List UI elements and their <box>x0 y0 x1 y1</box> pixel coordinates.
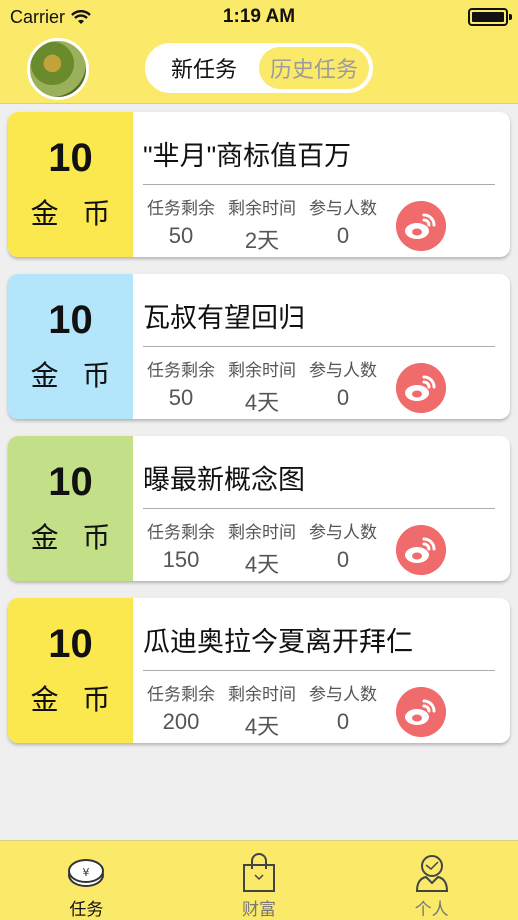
stat-label: 参与人数 <box>309 199 377 218</box>
tab-label: 个人 <box>414 900 449 919</box>
status-bar: Carrier 1:19 AM <box>0 0 518 34</box>
stat-value: 4天 <box>244 552 280 577</box>
reward-amount: 10 <box>48 297 93 342</box>
task-stat: 参与人数 0 <box>305 680 381 735</box>
stat-value: 150 <box>162 547 200 572</box>
weibo-share-icon[interactable] <box>396 363 446 413</box>
task-stat: 任务剩余 50 <box>143 356 219 411</box>
stat-value: 0 <box>336 385 350 410</box>
reward-panel: 10 金 币 <box>8 112 133 257</box>
status-time: 1:19 AM <box>222 6 296 27</box>
task-stat: 剩余时间 4天 <box>224 518 300 579</box>
stat-value: 4天 <box>244 714 280 739</box>
stat-label: 参与人数 <box>309 685 377 704</box>
stat-value: 50 <box>168 223 194 248</box>
task-card[interactable]: 10 金 币 "芈月"商标值百万任务剩余 50 剩余时间 2天 参与人数 0 <box>8 112 510 257</box>
reward-unit: 金 币 <box>30 521 119 553</box>
task-stat: 剩余时间 4天 <box>224 356 300 417</box>
divider <box>143 670 495 671</box>
stat-label: 剩余时间 <box>228 523 296 542</box>
stat-value: 4天 <box>244 390 280 415</box>
weibo-share-icon[interactable] <box>396 201 446 251</box>
weibo-share-icon[interactable] <box>396 525 446 575</box>
task-title: 瓜迪奥拉今夏离开拜仁 <box>143 627 413 657</box>
person-icon <box>415 855 448 892</box>
reward-panel: 10 金 币 <box>8 274 133 419</box>
tab-wealth[interactable]: 财富 <box>173 841 346 920</box>
task-title: 曝最新概念图 <box>143 465 305 495</box>
task-stat: 任务剩余 150 <box>143 518 219 573</box>
stat-value: 0 <box>336 709 350 734</box>
task-list: 10 金 币 "芈月"商标值百万 任务剩余 50 剩余时间 2天 参与人数 0 10 金 币瓦叔有望… <box>8 112 510 760</box>
divider <box>143 508 495 509</box>
top-header: Carrier 1:19 AM 新任务 历史任务 <box>0 0 518 104</box>
stat-value: 50 <box>168 385 194 410</box>
stat-label: 任务剩余 <box>147 199 215 218</box>
tab-label: 任务 <box>69 900 104 919</box>
stat-label: 参与人数 <box>309 361 377 380</box>
task-title: "芈月"商标值百万 <box>143 141 352 171</box>
task-stat: 任务剩余 50 <box>143 194 219 249</box>
task-title: 瓦叔有望回归 <box>143 303 305 333</box>
reward-unit: 金 币 <box>30 197 119 229</box>
bag-icon <box>243 853 275 892</box>
stat-value: 0 <box>336 547 350 572</box>
svg-text:¥: ¥ <box>83 866 90 879</box>
stat-label: 剩余时间 <box>228 685 296 704</box>
reward-amount: 10 <box>48 621 93 666</box>
stat-label: 剩余时间 <box>228 199 296 218</box>
weibo-share-icon[interactable] <box>396 687 446 737</box>
stat-label: 任务剩余 <box>147 361 215 380</box>
task-stat: 参与人数 0 <box>305 518 381 573</box>
coin-icon: ¥ <box>68 859 105 887</box>
task-stat: 参与人数 0 <box>305 194 381 249</box>
battery-icon <box>468 8 512 26</box>
reward-amount: 10 <box>48 135 93 180</box>
task-segmented-control: 新任务 历史任务 <box>145 43 373 93</box>
stat-label: 任务剩余 <box>147 685 215 704</box>
reward-unit: 金 币 <box>30 683 119 715</box>
tab-tasks[interactable]: ¥ 任务 <box>0 841 173 920</box>
divider <box>143 184 495 185</box>
tab-label: 财富 <box>242 900 276 919</box>
task-stat: 剩余时间 2天 <box>224 194 300 255</box>
stat-value: 200 <box>162 709 200 734</box>
reward-unit: 金 币 <box>30 359 119 391</box>
tab-history-tasks[interactable]: 历史任务 <box>259 47 369 89</box>
task-stat: 任务剩余 200 <box>143 680 219 735</box>
stat-label: 剩余时间 <box>228 361 296 380</box>
divider <box>143 346 495 347</box>
reward-amount: 10 <box>48 459 93 504</box>
tab-bar: ¥ 任务 财富 个人 <box>0 840 518 920</box>
stat-label: 任务剩余 <box>147 523 215 542</box>
task-card[interactable]: 10 金 币曝最新概念图任务剩余 150 剩余时间 4天 参与人数 0 <box>8 436 510 581</box>
stat-label: 参与人数 <box>309 523 377 542</box>
task-card[interactable]: 10 金 币瓜迪奥拉今夏离开拜仁任务剩余 200 剩余时间 4天 参与人数 0 <box>8 598 510 743</box>
stat-value: 2天 <box>244 228 280 253</box>
avatar[interactable] <box>27 38 89 100</box>
tab-profile[interactable]: 个人 <box>345 841 518 920</box>
task-stat: 参与人数 0 <box>305 356 381 411</box>
stat-value: 0 <box>336 223 350 248</box>
tab-new-tasks[interactable]: 新任务 <box>149 47 259 89</box>
reward-panel: 10 金 币 <box>8 598 133 743</box>
task-stat: 剩余时间 4天 <box>224 680 300 741</box>
reward-panel: 10 金 币 <box>8 436 133 581</box>
task-card[interactable]: 10 金 币瓦叔有望回归任务剩余 50 剩余时间 4天 参与人数 0 <box>8 274 510 419</box>
